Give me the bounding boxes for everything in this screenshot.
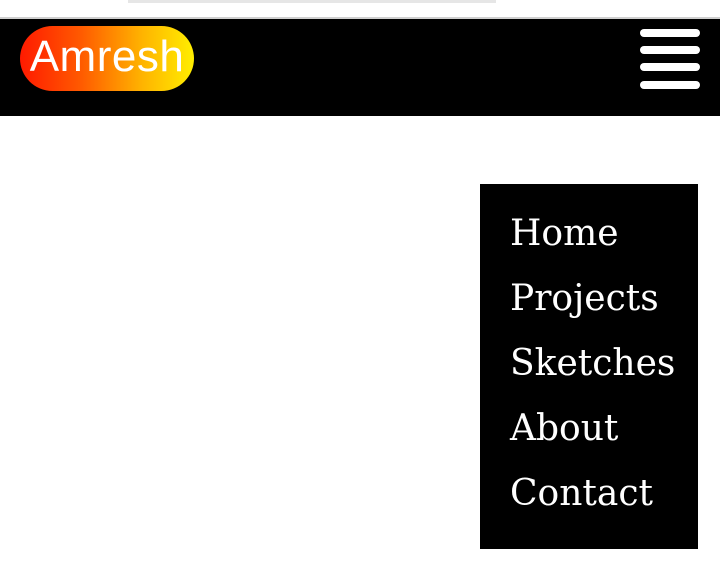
logo-text: Amresh: [29, 32, 185, 81]
menu-bar: [640, 81, 700, 89]
menu-bar: [640, 46, 700, 54]
menu-bar: [640, 63, 700, 71]
browser-top-strip: [0, 0, 720, 17]
scroll-indicator: [128, 0, 496, 3]
dropdown-nav-menu: Home Projects Sketches About Contact: [480, 184, 698, 549]
site-header: Amresh: [0, 17, 720, 116]
nav-link-sketches[interactable]: Sketches: [510, 337, 698, 402]
nav-link-projects[interactable]: Projects: [510, 272, 698, 337]
menu-bar: [640, 29, 700, 37]
hamburger-menu-icon[interactable]: [640, 27, 700, 89]
site-logo[interactable]: Amresh: [20, 26, 194, 91]
nav-link-home[interactable]: Home: [510, 207, 698, 272]
nav-link-about[interactable]: About: [510, 402, 698, 467]
nav-link-contact[interactable]: Contact: [510, 467, 698, 532]
